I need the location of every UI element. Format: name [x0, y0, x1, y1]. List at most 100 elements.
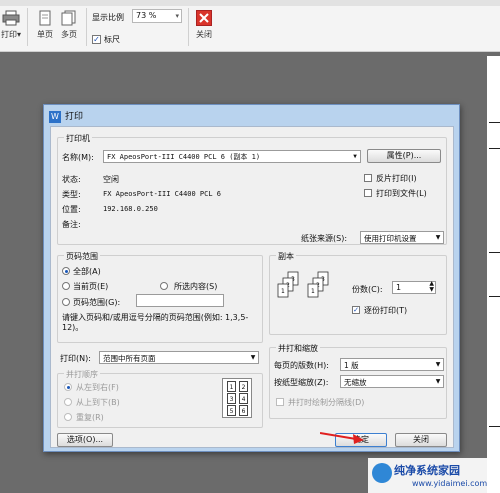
table-line: [489, 296, 500, 297]
chevron-down-icon: ▼: [435, 361, 441, 368]
order-top-bottom-label: 从上到下(B): [76, 398, 120, 407]
reverse-print-label: 反片打印(I): [376, 174, 417, 183]
printer-properties-button[interactable]: 属性(P)...: [367, 149, 441, 163]
draw-border-label: 并打时绘制分隔线(D): [288, 398, 365, 407]
range-pages-radio[interactable]: [62, 298, 70, 306]
copies-count-value: 1: [396, 283, 402, 292]
print-what-label: 打印(N):: [60, 354, 91, 363]
print-to-file-checkbox[interactable]: [364, 189, 372, 197]
chevron-down-icon: ▾: [175, 12, 179, 20]
range-all-radio[interactable]: [62, 267, 70, 275]
print-what-value: 范围中所有页面: [103, 354, 156, 363]
multi-page-icon: [61, 10, 76, 26]
zoom-select[interactable]: 73 % ▾: [132, 9, 182, 23]
printer-legend: 打印机: [64, 133, 92, 144]
grid-page-1: 1: [227, 381, 236, 392]
options-button[interactable]: 选项(O)...: [57, 433, 113, 447]
printer-name-select[interactable]: FX ApeosPort-III C4400 PCL 6 (副本 1) ▼: [103, 150, 361, 163]
range-current-label: 当前页(E): [73, 282, 109, 291]
print-what-select[interactable]: 范围中所有页面 ▼: [99, 351, 259, 364]
grid-page-6: 6: [239, 405, 248, 416]
paper-source-value: 使用打印机设置: [364, 234, 417, 243]
location-value: 192.168.0.250: [103, 205, 158, 213]
single-page-button[interactable]: 单页: [34, 10, 56, 40]
copies-legend: 副本: [276, 251, 296, 262]
pages-per-sheet-select[interactable]: 1 版 ▼: [340, 358, 444, 371]
single-page-icon: [39, 10, 51, 26]
scale-label: 按纸型缩放(Z):: [274, 378, 329, 387]
copies-count-label: 份数(C):: [352, 285, 383, 294]
wps-writer-icon: W: [49, 110, 61, 123]
status-value: 空闲: [103, 175, 119, 184]
watermark-url: www.yidaimei.com: [412, 479, 488, 488]
title-strip: [0, 0, 500, 6]
order-top-bottom-radio[interactable]: [64, 398, 72, 406]
grid-page-5: 5: [227, 405, 236, 416]
location-label: 位置:: [62, 205, 81, 214]
order-left-right-radio[interactable]: [64, 383, 72, 391]
grid-page-2: 2: [239, 381, 248, 392]
table-line: [489, 426, 500, 427]
close-dialog-button[interactable]: 关闭: [395, 433, 447, 447]
pages-per-sheet-value: 1 版: [344, 361, 359, 370]
dialog-title: 打印: [65, 112, 84, 122]
printer-group: 打印机 名称(M): FX ApeosPort-III C4400 PCL 6 …: [57, 133, 447, 245]
paper-source-select[interactable]: 使用打印机设置 ▼: [360, 231, 444, 244]
collate-label: 逐份打印(T): [364, 306, 408, 315]
print-order-legend: 并打顺序: [64, 369, 100, 380]
range-pages-label: 页码范围(G):: [73, 298, 121, 307]
scale-select[interactable]: 无缩放 ▼: [340, 375, 444, 388]
page-range-hint: 请键入页码和/或用逗号分隔的页码范围(例如: 1,3,5-12)。: [62, 313, 249, 332]
grid-page-3: 3: [227, 393, 236, 404]
page-range-legend: 页码范围: [64, 251, 100, 262]
page-range-group: 页码范围 全部(A) 当前页(E) 所选内容(S) 页码范围(G): 请键入页码…: [57, 251, 263, 343]
grid-page-4: 4: [239, 393, 248, 404]
ruler-toggle[interactable]: ✓ 标尺: [92, 34, 120, 45]
copies-count-input[interactable]: 1 ▲ ▼: [392, 281, 436, 294]
range-selection-label: 所选内容(S): [174, 282, 218, 291]
copies-group: 副本 3 2 1 3 2 1 份数(C): 1 ▲▼ ✓ 逐份打印(T): [269, 251, 447, 335]
range-all-label: 全部(A): [73, 267, 101, 276]
ruler-checkbox[interactable]: ✓: [92, 35, 101, 44]
range-current-radio[interactable]: [62, 282, 70, 290]
zoom-label: 显示比例: [92, 13, 124, 22]
dialog-body: 打印机 名称(M): FX ApeosPort-III C4400 PCL 6 …: [50, 126, 454, 448]
spin-stepper-icon[interactable]: ▲ ▼: [429, 281, 434, 293]
chevron-down-icon: ▼: [250, 354, 256, 361]
zoom-group: 并打和缩放 每页的版数(H): 1 版 ▼ 按纸型缩放(Z): 无缩放 ▼ 并打…: [269, 343, 447, 419]
collate-checkbox[interactable]: ✓: [352, 306, 360, 314]
print-toolbar-button[interactable]: 打印▾: [0, 10, 22, 40]
document-page-edge: [487, 56, 500, 493]
pages-per-sheet-label: 每页的版数(H):: [274, 361, 329, 370]
paper-source-label: 纸张来源(S):: [301, 234, 348, 243]
site-watermark: 纯净系统家园 www.yidaimei.com: [368, 458, 500, 493]
table-line: [489, 252, 500, 253]
type-label: 类型:: [62, 190, 81, 199]
svg-text:1: 1: [311, 288, 315, 295]
dialog-title-bar: W 打印: [49, 109, 83, 123]
toolbar-separator: [27, 8, 28, 46]
scale-value: 无缩放: [344, 378, 367, 387]
print-toolbar-label: 打印: [0, 30, 17, 39]
print-dialog: W 打印 打印机 名称(M): FX ApeosPort-III C4400 PC…: [43, 104, 460, 452]
zoom-value: 73 %: [136, 11, 157, 20]
printer-name-value: FX ApeosPort-III C4400 PCL 6 (副本 1): [107, 153, 261, 161]
order-repeat-label: 重复(R): [76, 413, 104, 422]
multi-page-button[interactable]: 多页: [58, 10, 80, 40]
page-range-input[interactable]: [136, 294, 224, 307]
status-label: 状态:: [62, 175, 81, 184]
order-repeat-radio[interactable]: [64, 413, 72, 421]
chevron-down-icon: ▼: [353, 153, 357, 160]
table-line: [489, 148, 500, 149]
printer-name-label: 名称(M):: [62, 153, 94, 162]
order-preview-grid: 1 2 3 4 5 6: [222, 378, 252, 418]
reverse-print-checkbox[interactable]: [364, 174, 372, 182]
toolbar-separator: [188, 8, 189, 46]
print-order-group: 并打顺序 从左到右(F) 从上到下(B) 重复(R) 1 2 3 4 5 6: [57, 369, 263, 428]
zoom-legend: 并打和缩放: [276, 343, 320, 354]
draw-border-checkbox[interactable]: [276, 398, 284, 406]
print-to-file-label: 打印到文件(L): [376, 189, 427, 198]
table-line: [489, 122, 500, 123]
close-preview-button[interactable]: 关闭: [193, 10, 215, 40]
range-selection-radio[interactable]: [160, 282, 168, 290]
